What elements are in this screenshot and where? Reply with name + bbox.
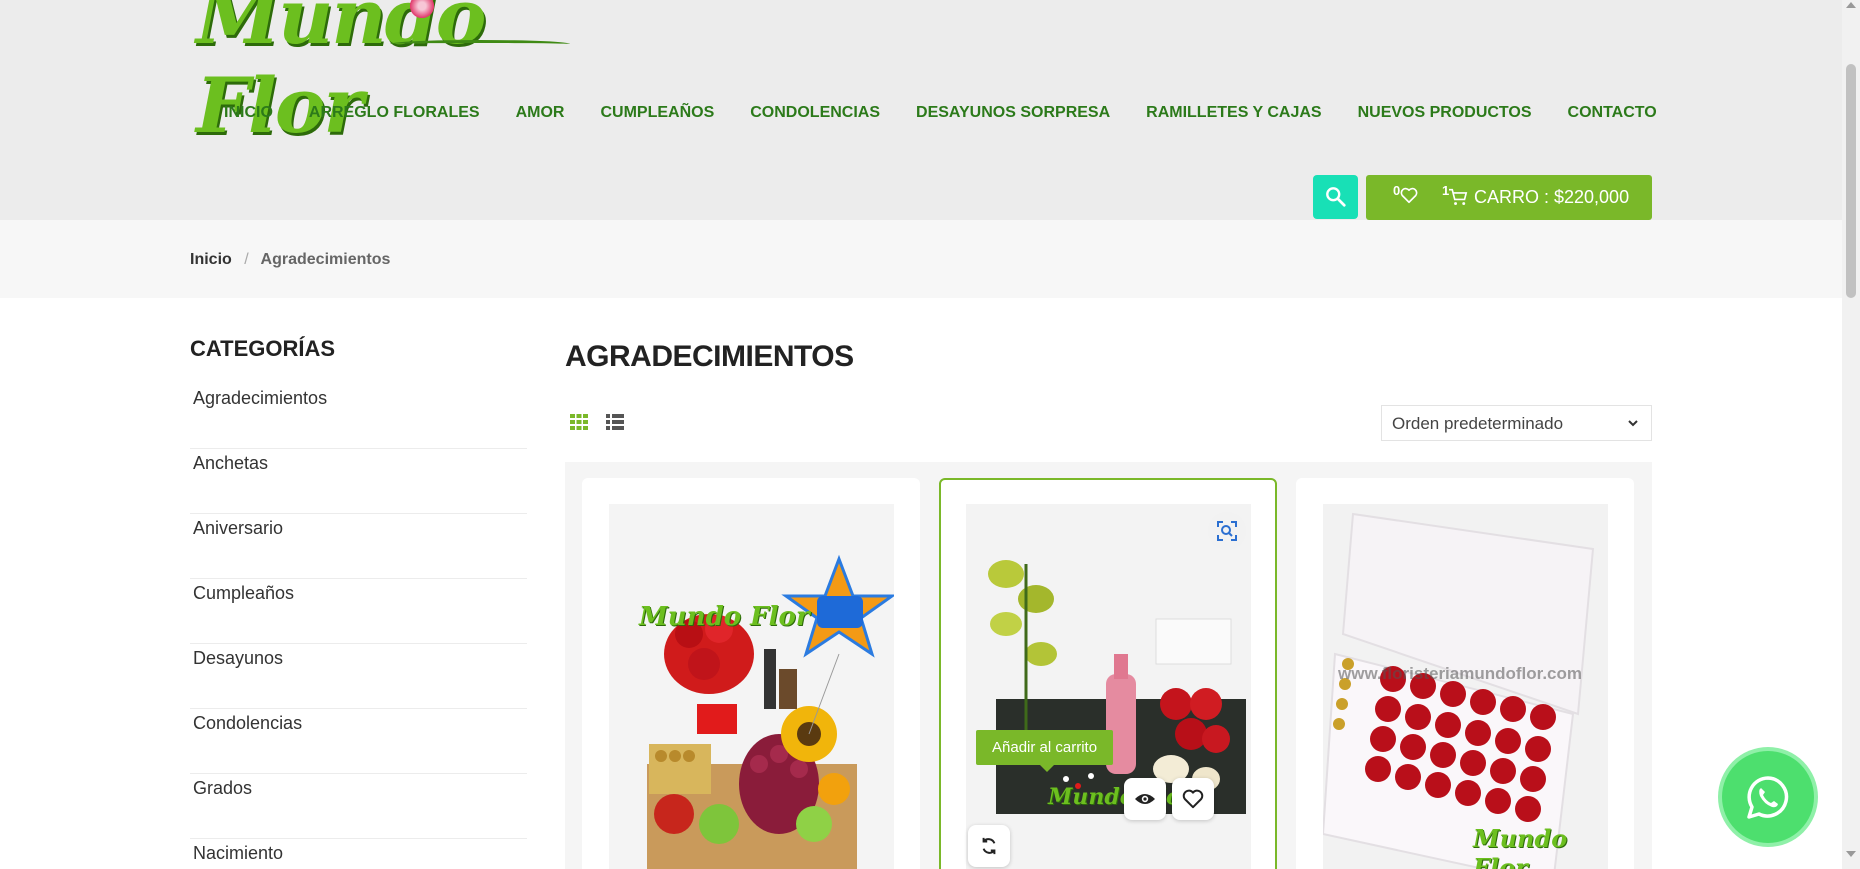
whatsapp-icon — [1747, 776, 1789, 819]
compare-icon — [982, 837, 996, 855]
page-title: AGRADECIMIENTOS — [565, 340, 854, 373]
scroll-down-arrow[interactable] — [1846, 851, 1856, 857]
category-item-nacimiento[interactable]: Nacimiento — [190, 839, 527, 869]
site-header: Mundo Flor INICIO ARREGLO FLORALES AMOR … — [0, 0, 1842, 220]
eye-icon — [1135, 794, 1155, 804]
product-card-hovered[interactable]: Mundo Flor Añadir al carrito — [939, 478, 1277, 869]
nav-item-inicio[interactable]: INICIO — [224, 104, 273, 122]
main-nav: INICIO ARREGLO FLORALES AMOR CUMPLEAÑOS … — [224, 104, 1693, 122]
scroll-thumb[interactable] — [1846, 64, 1856, 298]
breadcrumb-bar: Inicio / Agradecimientos — [0, 220, 1842, 298]
quick-view-button[interactable] — [1124, 778, 1166, 820]
product-grid: Mundo Flor Mundo Flor Añadir al carrito … — [565, 462, 1652, 869]
category-item-cumpleanos[interactable]: Cumpleaños — [190, 579, 527, 644]
product-photo-rose-box — [1323, 504, 1608, 869]
breadcrumb-separator: / — [244, 251, 249, 268]
category-item-grados[interactable]: Grados — [190, 774, 527, 839]
sidebar-title: CATEGORÍAS — [190, 336, 336, 361]
site-logo[interactable]: Mundo Flor — [190, 0, 575, 150]
product-image[interactable]: Mundo Flor — [609, 504, 894, 869]
breadcrumb: Inicio / Agradecimientos — [190, 251, 390, 269]
add-to-cart-button[interactable]: Añadir al carrito — [976, 730, 1114, 772]
nav-item-cumpleanos[interactable]: CUMPLEAÑOS — [600, 104, 714, 122]
category-item-agradecimientos[interactable]: Agradecimientos — [190, 384, 527, 449]
category-item-condolencias[interactable]: Condolencias — [190, 709, 527, 774]
card-watermark-logo: Mundo Flor — [1048, 784, 1193, 810]
breadcrumb-home-link[interactable]: Inicio — [190, 251, 232, 268]
grid-view-icon[interactable] — [570, 414, 588, 430]
chevron-down-icon — [1628, 420, 1638, 427]
zoom-button[interactable] — [1208, 512, 1246, 550]
add-to-wishlist-button[interactable] — [1172, 778, 1214, 820]
card-watermark-url: www.floristeriamundoflor.com — [1338, 664, 1583, 683]
breadcrumb-current: Agradecimientos — [260, 251, 391, 268]
logo-text: Mundo Flor — [196, 0, 486, 150]
zoom-icon — [1217, 521, 1237, 541]
heart-icon[interactable] — [1400, 187, 1418, 204]
list-view-icon[interactable] — [606, 414, 624, 430]
nav-item-ramilletes-y-cajas[interactable]: RAMILLETES Y CAJAS — [1146, 104, 1321, 122]
nav-item-nuevos-productos[interactable]: NUEVOS PRODUCTOS — [1358, 104, 1532, 122]
card-watermark-logo: Mundo Flor — [1473, 824, 1568, 869]
scroll-up-arrow[interactable] — [1846, 2, 1856, 8]
category-item-desayunos[interactable]: Desayunos — [190, 644, 527, 709]
category-sidebar: CATEGORÍAS Agradecimientos Anchetas Aniv… — [190, 336, 527, 869]
cart-button[interactable]: 0 1 CARRO : $220,000 — [1366, 175, 1652, 220]
category-item-aniversario[interactable]: Aniversario — [190, 514, 527, 579]
whatsapp-button[interactable] — [1722, 751, 1814, 843]
nav-item-desayunos-sorpresa[interactable]: DESAYUNOS SORPRESA — [916, 104, 1110, 122]
nav-item-condolencias[interactable]: CONDOLENCIAS — [750, 104, 880, 122]
page-scrollbar[interactable] — [1842, 0, 1860, 869]
nav-item-amor[interactable]: AMOR — [516, 104, 565, 122]
nav-item-arreglo-florales[interactable]: ARREGLO FLORALES — [309, 104, 480, 122]
sort-select[interactable]: Orden predeterminado — [1381, 405, 1652, 441]
logo-swoosh — [390, 40, 570, 48]
product-image[interactable]: www.floristeriamundoflor.com Mundo Flor — [1323, 504, 1608, 869]
nav-item-contacto[interactable]: CONTACTO — [1568, 104, 1657, 122]
search-icon — [1325, 187, 1346, 207]
cart-total-label: CARRO : $220,000 — [1474, 187, 1630, 207]
cart-icon — [1449, 188, 1468, 206]
search-button[interactable] — [1313, 175, 1358, 219]
category-item-anchetas[interactable]: Anchetas — [190, 449, 527, 514]
product-card[interactable]: www.floristeriamundoflor.com Mundo Flor — [1296, 478, 1634, 869]
wishlist-heart-icon — [1182, 789, 1204, 809]
sort-selected-value: Orden predeterminado — [1392, 414, 1564, 433]
card-watermark-logo: Mundo Flor — [639, 602, 810, 632]
product-photo-birthday-arrangement — [609, 504, 894, 869]
product-card[interactable]: Mundo Flor — [582, 478, 920, 869]
compare-button[interactable] — [968, 825, 1010, 867]
